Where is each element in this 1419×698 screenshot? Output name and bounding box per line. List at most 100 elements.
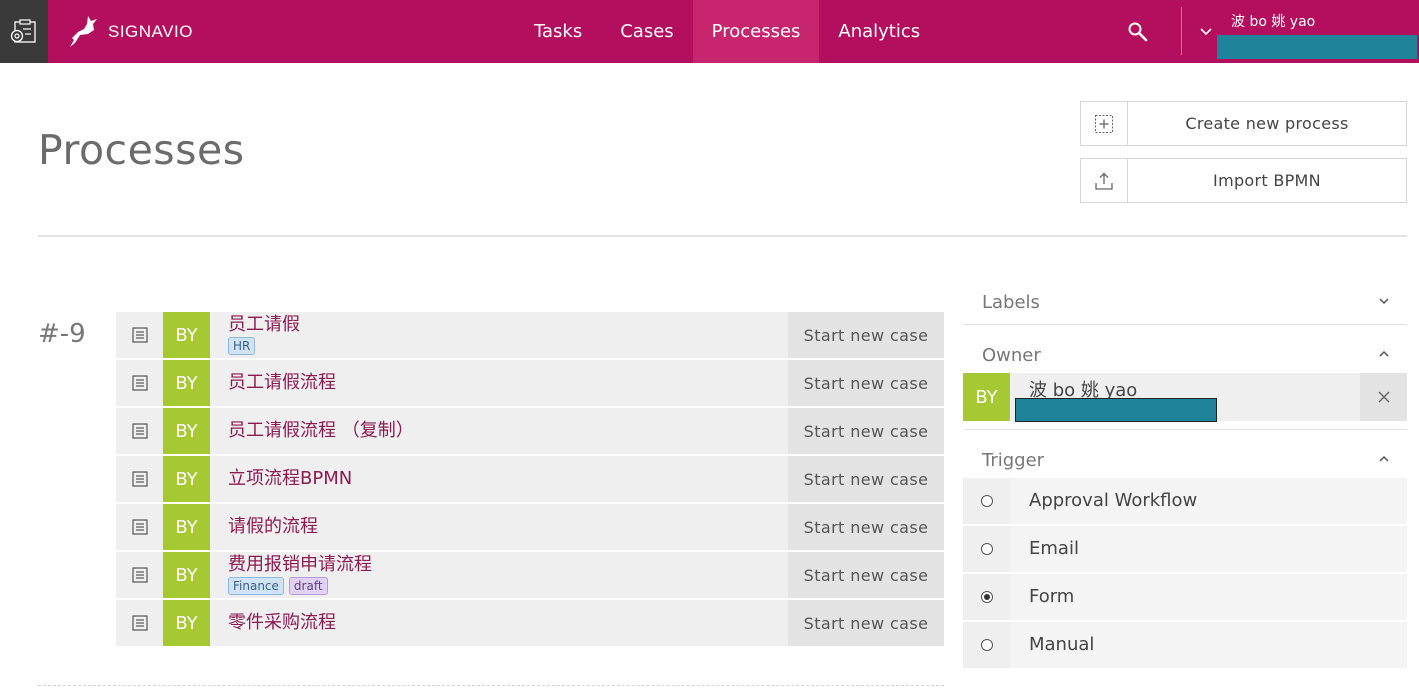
process-details-button[interactable] xyxy=(116,504,163,550)
process-tag[interactable]: draft xyxy=(288,577,328,595)
process-name-link[interactable]: 请假的流程 xyxy=(228,517,788,537)
labels-section-header[interactable]: Labels xyxy=(963,280,1407,324)
process-tag[interactable]: Finance xyxy=(228,577,284,595)
process-name-link[interactable]: 立项流程BPMN xyxy=(228,469,788,489)
document-list-icon xyxy=(131,615,148,631)
owner-avatar: BY xyxy=(963,373,1010,421)
owner-avatar: BY xyxy=(163,504,210,550)
list-bottom-divider xyxy=(38,685,944,686)
process-tags: HR xyxy=(228,337,788,355)
process-row: BY 费用报销申请流程 Finance draft Start new case xyxy=(116,552,944,598)
process-name-link[interactable]: 零件采购流程 xyxy=(228,613,788,633)
import-icon-cell xyxy=(1081,159,1128,202)
trigger-label: Approval Workflow xyxy=(1010,478,1407,524)
nav-analytics[interactable]: Analytics xyxy=(819,0,939,63)
document-list-icon xyxy=(131,567,148,583)
main-nav: Tasks Cases Processes Analytics xyxy=(515,0,939,63)
create-new-process-label: Create new process xyxy=(1185,114,1349,133)
owner-section-header[interactable]: Owner xyxy=(963,337,1407,373)
trigger-label: Form xyxy=(1010,574,1407,620)
owner-avatar: BY xyxy=(163,360,210,406)
start-new-case-button[interactable]: Start new case xyxy=(788,360,944,406)
process-name-link[interactable]: 费用报销申请流程 xyxy=(228,555,788,575)
owner-filter-chip: BY 波 bo 姚 yao xyxy=(963,373,1407,422)
start-new-case-button[interactable]: Start new case xyxy=(788,552,944,598)
owner-title: Owner xyxy=(982,344,1041,366)
create-new-process-button[interactable]: Create new process xyxy=(1080,101,1407,146)
process-details-button[interactable] xyxy=(116,408,163,454)
process-details-button[interactable] xyxy=(116,456,163,502)
trigger-label: Email xyxy=(1010,526,1407,572)
start-new-case-button[interactable]: Start new case xyxy=(788,600,944,646)
nav-processes[interactable]: Processes xyxy=(692,0,820,63)
process-name-link[interactable]: 员工请假流程 （复制） xyxy=(228,421,788,441)
trigger-options: Approval Workflow Email Form Manual xyxy=(963,478,1407,668)
document-list-icon xyxy=(131,471,148,487)
chevron-down-icon xyxy=(1379,298,1389,305)
process-name-cell: 费用报销申请流程 Finance draft xyxy=(210,552,788,598)
process-details-button[interactable] xyxy=(116,552,163,598)
process-row: BY 零件采购流程 Start new case xyxy=(116,600,944,646)
group-label: #-9 xyxy=(38,319,86,349)
search-button[interactable] xyxy=(1122,16,1154,48)
start-new-case-button[interactable]: Start new case xyxy=(788,456,944,502)
process-details-button[interactable] xyxy=(116,312,163,358)
search-icon xyxy=(1128,22,1148,42)
radio-button[interactable] xyxy=(980,591,993,603)
owner-avatar: BY xyxy=(163,600,210,646)
owner-avatar: BY xyxy=(163,408,210,454)
import-bpmn-button[interactable]: Import BPMN xyxy=(1080,158,1407,203)
trigger-option-approval-workflow[interactable]: Approval Workflow xyxy=(963,478,1407,524)
process-name-cell: 零件采购流程 xyxy=(210,600,788,646)
close-icon xyxy=(1378,391,1389,403)
add-square-icon xyxy=(1095,114,1113,133)
trigger-title: Trigger xyxy=(982,449,1045,471)
trigger-label: Manual xyxy=(1010,622,1407,668)
header-divider xyxy=(1181,7,1182,55)
process-row: BY 员工请假 HR Start new case xyxy=(116,312,944,358)
section-divider xyxy=(963,324,1407,325)
process-row: BY 请假的流程 Start new case xyxy=(116,504,944,550)
gazelle-logo-icon xyxy=(70,16,97,47)
trigger-section-header[interactable]: Trigger xyxy=(963,442,1407,478)
process-name-link[interactable]: 员工请假 xyxy=(228,315,788,335)
radio-button[interactable] xyxy=(980,639,993,651)
create-icon-cell xyxy=(1081,102,1128,145)
process-details-button[interactable] xyxy=(116,600,163,646)
start-new-case-button[interactable]: Start new case xyxy=(788,408,944,454)
signavio-logo[interactable]: SIGNAVIO xyxy=(66,13,193,51)
radio-cell xyxy=(963,574,1010,620)
document-list-icon xyxy=(131,375,148,391)
process-tag[interactable]: HR xyxy=(228,337,256,355)
start-new-case-button[interactable]: Start new case xyxy=(788,312,944,358)
owner-avatar: BY xyxy=(163,312,210,358)
owner-avatar: BY xyxy=(163,552,210,598)
user-menu-chevron-down-icon[interactable] xyxy=(1197,22,1215,40)
radio-button[interactable] xyxy=(980,543,993,555)
process-details-button[interactable] xyxy=(116,360,163,406)
trigger-option-manual[interactable]: Manual xyxy=(963,622,1407,668)
trigger-option-email[interactable]: Email xyxy=(963,526,1407,572)
process-row: BY 员工请假流程 （复制） Start new case xyxy=(116,408,944,454)
process-name-link[interactable]: 员工请假流程 xyxy=(228,373,788,393)
nav-tasks[interactable]: Tasks xyxy=(515,0,601,63)
app-switcher-button[interactable] xyxy=(0,0,48,63)
upload-icon xyxy=(1095,172,1113,190)
import-bpmn-label: Import BPMN xyxy=(1213,171,1321,190)
nav-cases[interactable]: Cases xyxy=(601,0,692,63)
brand-name: SIGNAVIO xyxy=(108,22,193,41)
document-list-icon xyxy=(131,423,148,439)
user-name[interactable]: 波 bo 姚 yao xyxy=(1231,11,1315,31)
owner-avatar: BY xyxy=(163,456,210,502)
radio-cell xyxy=(963,478,1010,524)
radio-button[interactable] xyxy=(980,495,993,507)
trigger-option-form[interactable]: Form xyxy=(963,574,1407,620)
remove-owner-filter-button[interactable] xyxy=(1360,373,1407,421)
process-name-cell: 立项流程BPMN xyxy=(210,456,788,502)
header-divider-line xyxy=(38,235,1407,237)
process-row: BY 立项流程BPMN Start new case xyxy=(116,456,944,502)
start-new-case-button[interactable]: Start new case xyxy=(788,504,944,550)
document-list-icon xyxy=(131,519,148,535)
process-row: BY 员工请假流程 Start new case xyxy=(116,360,944,406)
chevron-up-icon xyxy=(1379,455,1389,462)
